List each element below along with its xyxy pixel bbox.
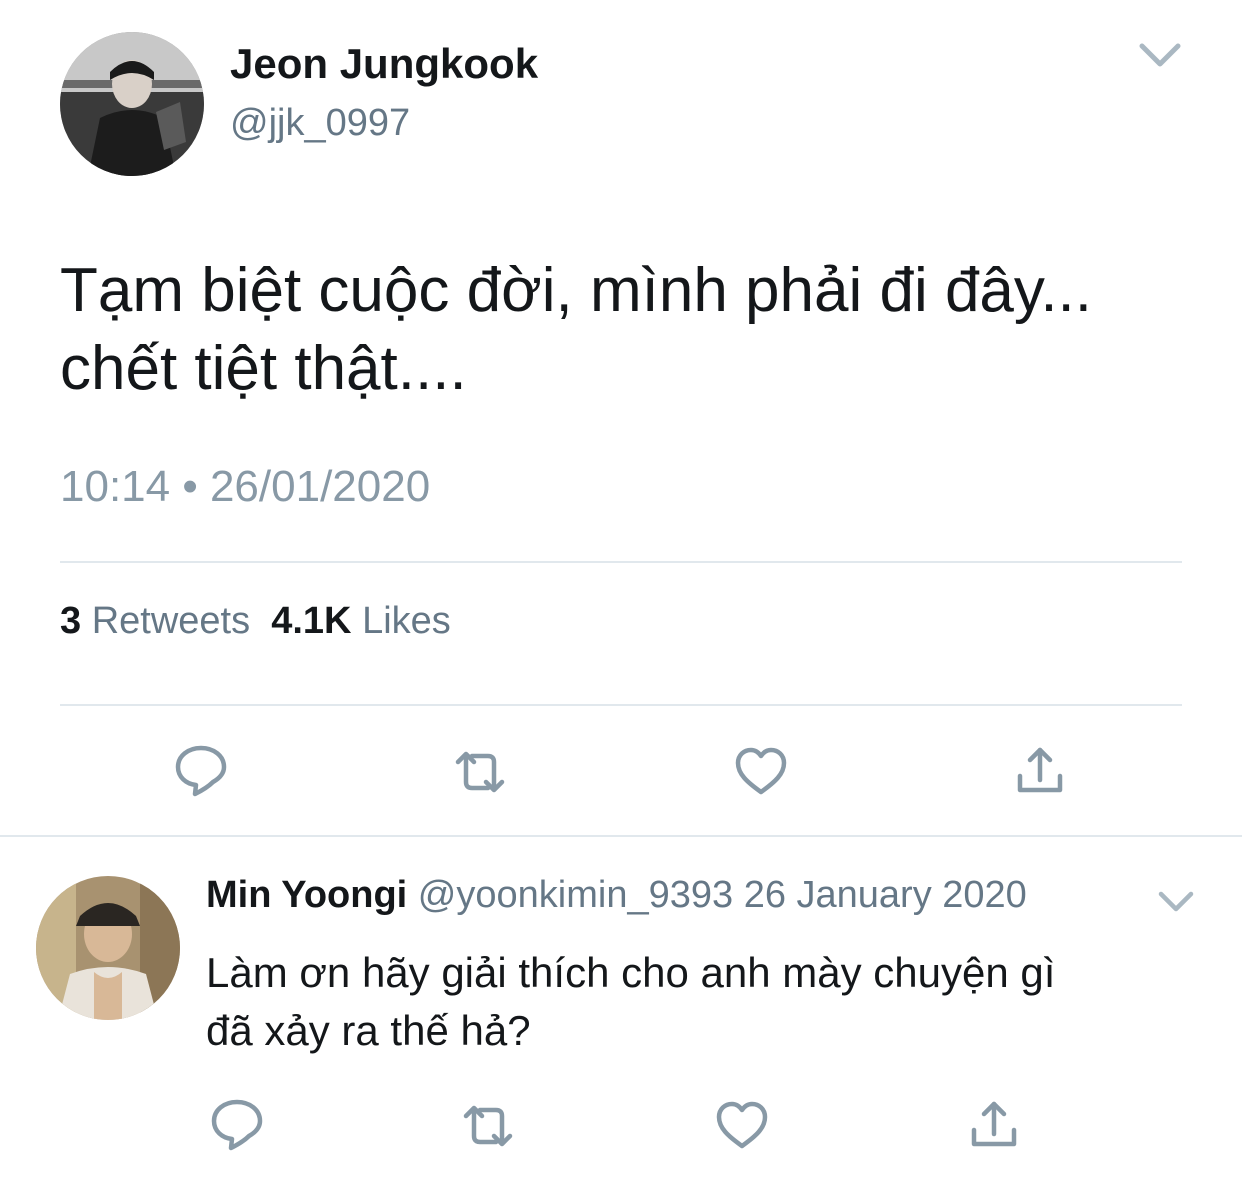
- reply-share-button[interactable]: [966, 1096, 1022, 1152]
- tweet-stats: 3 Retweets 4.1K Likes: [60, 600, 451, 643]
- reply-text: Làm ơn hãy giải thích cho anh mày chuyện…: [206, 944, 1216, 1060]
- reply-author-name[interactable]: Min Yoongi: [206, 874, 407, 916]
- like-button[interactable]: [733, 744, 789, 800]
- chevron-down-icon[interactable]: [1136, 38, 1184, 74]
- divider: [60, 561, 1182, 563]
- reply-reply-button[interactable]: [209, 1096, 265, 1152]
- reply-author-avatar[interactable]: [36, 876, 180, 1020]
- likes-stat[interactable]: 4.1K Likes: [271, 600, 451, 642]
- retweet-icon: [455, 751, 505, 793]
- retweet-icon: [463, 1105, 513, 1147]
- like-icon: [735, 747, 787, 795]
- divider: [60, 704, 1182, 706]
- reply-date: 26 January 2020: [743, 874, 1027, 916]
- reply-text-line: đã xảy ra thế hả?: [206, 1007, 531, 1054]
- reply-text-line: Làm ơn hãy giải thích cho anh mày chuyện…: [206, 949, 1056, 996]
- reply-icon: [211, 1099, 263, 1151]
- retweet-button[interactable]: [452, 744, 508, 800]
- share-button[interactable]: [1012, 742, 1068, 798]
- reply-retweet-button[interactable]: [460, 1098, 516, 1154]
- retweets-stat[interactable]: 3 Retweets: [60, 600, 250, 642]
- tweet-timestamp: 10:14 • 26/01/2020: [60, 462, 431, 511]
- reply-button[interactable]: [173, 742, 229, 798]
- reply-like-button[interactable]: [714, 1098, 770, 1154]
- likes-count: 4.1K: [271, 600, 352, 642]
- retweets-label: Retweets: [91, 600, 251, 642]
- retweets-count: 3: [60, 600, 82, 642]
- author-name[interactable]: Jeon Jungkook: [230, 40, 538, 88]
- tweet-text-line: chết tiệt thật....: [60, 334, 467, 403]
- author-avatar[interactable]: [60, 32, 204, 176]
- divider: [0, 835, 1242, 837]
- chevron-down-icon[interactable]: [1156, 888, 1196, 916]
- reply-icon: [175, 745, 227, 797]
- like-icon: [716, 1101, 768, 1149]
- share-icon: [971, 1101, 1017, 1147]
- tweet-text: Tạm biệt cuộc đời, mình phải đi đây... c…: [60, 252, 1200, 408]
- reply-header: Min Yoongi @yoonkimin_9393 26 January 20…: [206, 874, 1027, 917]
- likes-label: Likes: [362, 600, 451, 642]
- author-handle[interactable]: @jjk_0997: [230, 102, 410, 145]
- reply-author-handle[interactable]: @yoonkimin_9393: [418, 874, 733, 916]
- tweet-text-line: Tạm biệt cuộc đời, mình phải đi đây...: [60, 256, 1092, 325]
- share-icon: [1017, 747, 1063, 793]
